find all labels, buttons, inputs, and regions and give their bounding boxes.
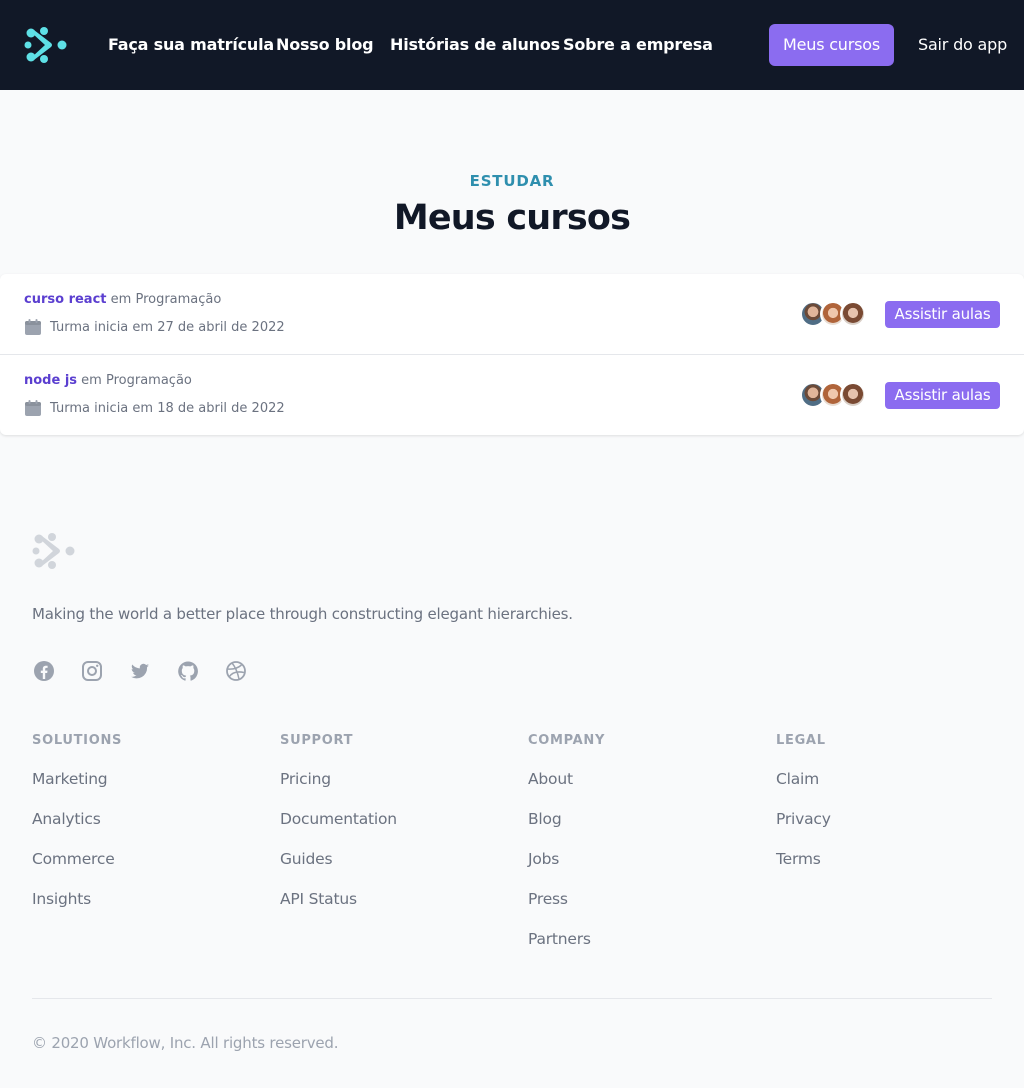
- footer-column-support: SUPPORT Pricing Documentation Guides API…: [280, 732, 397, 910]
- footer-link-about[interactable]: About: [528, 768, 605, 790]
- footer-heading: SUPPORT: [280, 733, 354, 748]
- twitter-icon[interactable]: [128, 659, 152, 683]
- footer-link-privacy[interactable]: Privacy: [776, 808, 831, 830]
- footer-link-analytics[interactable]: Analytics: [32, 808, 122, 830]
- footer-link-claim[interactable]: Claim: [776, 768, 831, 790]
- calendar-icon: [25, 400, 41, 416]
- watch-lessons-button[interactable]: Assistir aulas: [885, 301, 1000, 328]
- avatar: [840, 301, 866, 327]
- course-name-link[interactable]: curso react: [24, 292, 107, 307]
- course-row: curso react em Programação Turma inicia …: [0, 274, 1024, 354]
- logout-link[interactable]: Sair do app: [918, 34, 1007, 56]
- course-start-date: Turma inicia em 18 de abril de 2022: [50, 401, 285, 416]
- workflow-logo-icon[interactable]: [24, 24, 68, 66]
- course-row: node js em Programação Turma inicia em 1…: [0, 354, 1024, 434]
- github-icon[interactable]: [176, 659, 200, 683]
- watch-lessons-button[interactable]: Assistir aulas: [885, 382, 1000, 409]
- avatar-group: [800, 301, 866, 327]
- course-category: Programação: [105, 373, 192, 388]
- footer-divider: [32, 998, 992, 999]
- course-category: Programação: [135, 292, 222, 307]
- footer-link-blog[interactable]: Blog: [528, 808, 605, 830]
- avatar: [840, 382, 866, 408]
- footer-link-pricing[interactable]: Pricing: [280, 768, 397, 790]
- top-navigation-bar: Faça sua matrícula Nosso blog Histórias …: [0, 0, 1024, 90]
- copyright-text: © 2020 Workflow, Inc. All rights reserve…: [32, 1034, 339, 1052]
- footer-link-documentation[interactable]: Documentation: [280, 808, 397, 830]
- course-title-line: node js em Programação: [24, 373, 192, 388]
- footer-link-jobs[interactable]: Jobs: [528, 848, 605, 870]
- category-prefix: em: [81, 373, 102, 388]
- course-title-line: curso react em Programação: [24, 292, 221, 307]
- course-list: curso react em Programação Turma inicia …: [0, 274, 1024, 435]
- footer-heading: SOLUTIONS: [32, 733, 123, 748]
- footer-logo-icon: [32, 533, 75, 569]
- calendar-icon: [25, 319, 41, 335]
- category-prefix: em: [110, 292, 132, 307]
- footer-link-api-status[interactable]: API Status: [280, 888, 397, 910]
- section-eyebrow: ESTUDAR: [469, 172, 555, 190]
- course-start-line: Turma inicia em 27 de abril de 2022: [24, 319, 285, 336]
- footer-heading: LEGAL: [776, 733, 826, 748]
- page-title: Meus cursos: [393, 198, 631, 238]
- footer-column-legal: LEGAL Claim Privacy Terms: [776, 732, 831, 870]
- footer-link-terms[interactable]: Terms: [776, 848, 831, 870]
- nav-link-student-stories[interactable]: Histórias de alunos: [390, 34, 560, 56]
- course-start-line: Turma inicia em 18 de abril de 2022: [24, 400, 285, 417]
- dribbble-icon[interactable]: [224, 659, 248, 683]
- footer-link-press[interactable]: Press: [528, 888, 605, 910]
- footer-column-company: COMPANY About Blog Jobs Press Partners: [528, 732, 605, 950]
- course-name-link[interactable]: node js: [24, 373, 77, 388]
- my-courses-button[interactable]: Meus cursos: [769, 24, 894, 66]
- avatar-group: [800, 382, 866, 408]
- footer-heading: COMPANY: [528, 733, 606, 748]
- footer-link-partners[interactable]: Partners: [528, 928, 605, 950]
- nav-link-about-company[interactable]: Sobre a empresa: [563, 34, 713, 56]
- footer-link-marketing[interactable]: Marketing: [32, 768, 122, 790]
- course-start-date: Turma inicia em 27 de abril de 2022: [50, 320, 285, 335]
- footer-link-guides[interactable]: Guides: [280, 848, 397, 870]
- footer-link-commerce[interactable]: Commerce: [32, 848, 122, 870]
- footer-link-insights[interactable]: Insights: [32, 888, 122, 910]
- nav-link-enroll[interactable]: Faça sua matrícula: [108, 34, 274, 56]
- facebook-icon[interactable]: [32, 659, 56, 683]
- nav-link-blog[interactable]: Nosso blog: [276, 34, 374, 56]
- footer-column-solutions: SOLUTIONS Marketing Analytics Commerce I…: [32, 732, 122, 910]
- footer-tagline: Making the world a better place through …: [32, 605, 573, 623]
- instagram-icon[interactable]: [80, 659, 104, 683]
